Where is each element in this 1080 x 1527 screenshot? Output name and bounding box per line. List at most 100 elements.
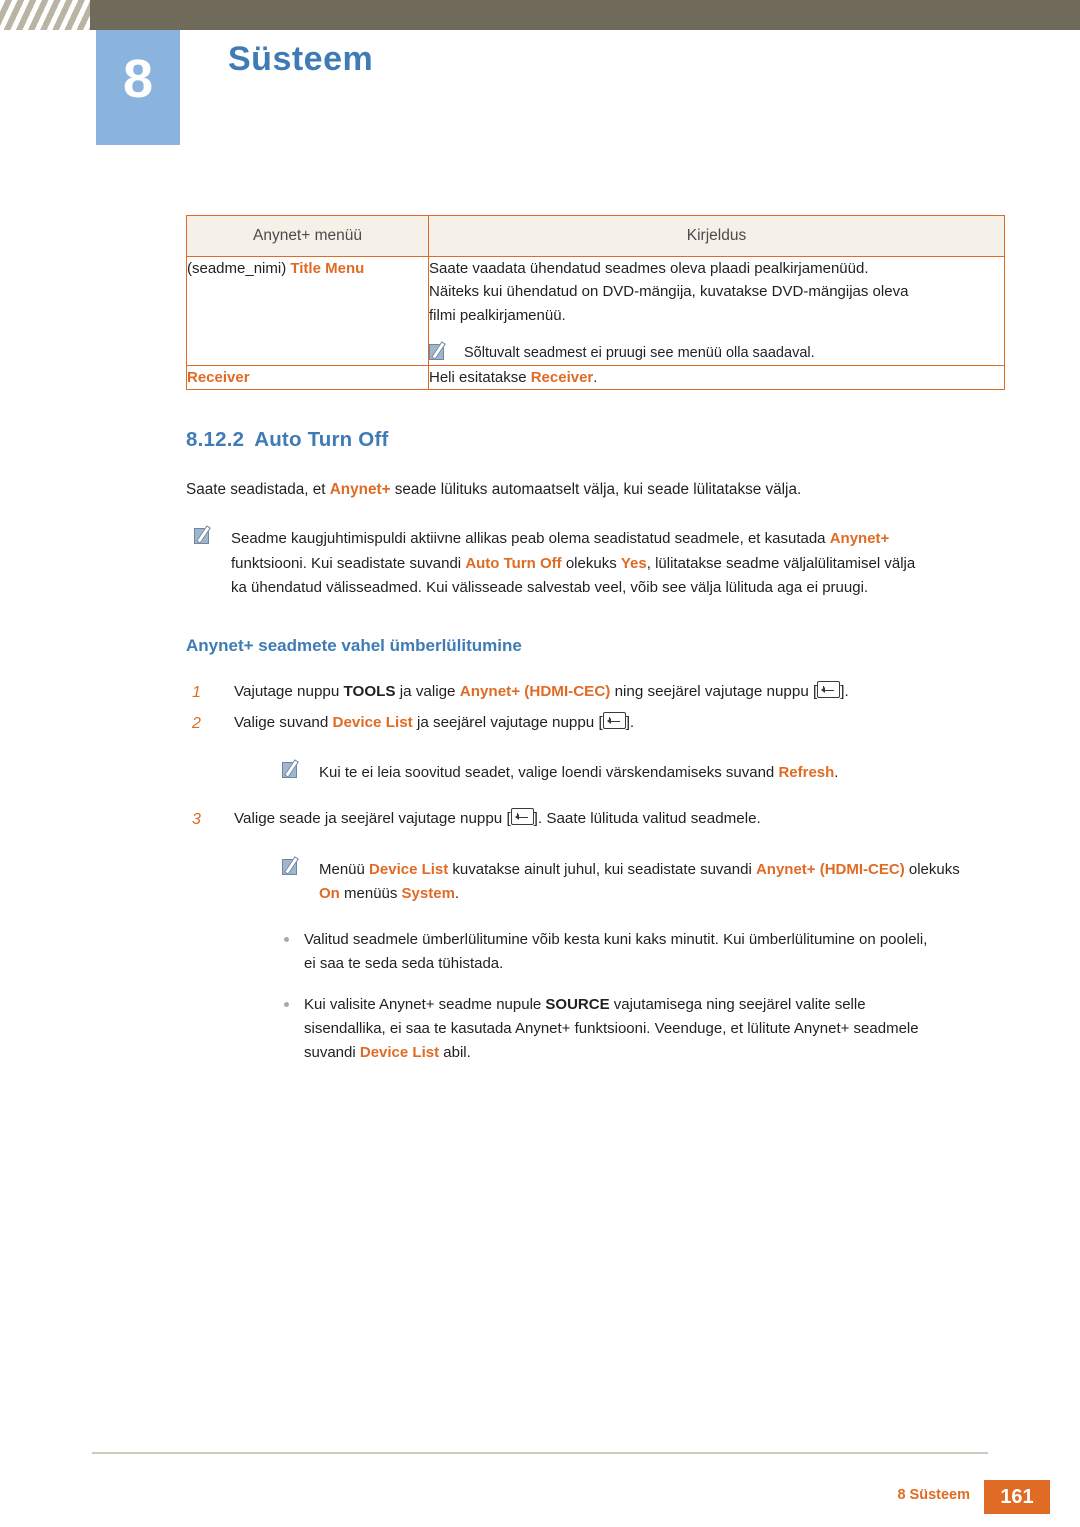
step-text-b: ja seejärel vajutage nuppu [: [412, 713, 603, 731]
intro-highlight: Anynet+: [329, 480, 391, 498]
note-dl-b: kuvatakse ainult juhul, kui seadistate s…: [448, 860, 756, 878]
intro-pre: Saate seadistada, et: [186, 480, 330, 498]
table-row: Receiver Heli esitatakse Receiver.: [186, 364, 1005, 390]
note-refresh: Kui te ei leia soovitud seadet, valige l…: [186, 759, 1004, 785]
step-text-d: ].: [625, 713, 635, 731]
page-content: Anynet+ menüü Kirjeldus (seadme_nimi) Ti…: [186, 215, 1005, 1082]
note-body: Kui te ei leia soovitud seadet, valige l…: [319, 761, 1004, 785]
note-l2-highlight-1: Auto Turn Off: [465, 554, 562, 572]
note-dl-f: .: [454, 884, 460, 902]
intro-post: seade lülituks automaatselt välja, kui s…: [390, 480, 802, 498]
page-header-bar: [0, 0, 1080, 30]
bullet-1-line-1: Valitud seadmele ümberlülitumine võib ke…: [304, 931, 928, 949]
menu-name-prefix: (seadme_nimi): [187, 260, 291, 277]
steps-list-continued: 3 Valige seade ja seejärel vajutage nupp…: [186, 807, 1004, 831]
step-item-3: 3 Valige seade ja seejärel vajutage nupp…: [186, 807, 1004, 831]
note-pencil-icon: [194, 525, 215, 545]
note-pencil-icon: [282, 759, 303, 779]
note-body: Menüü Device List kuvatakse ainult juhul…: [319, 858, 1004, 907]
step-number: 1: [192, 684, 201, 702]
table-header-row: Anynet+ menüü Kirjeldus: [186, 215, 1005, 257]
bullet-2-highlight-devicelist: Device List: [359, 1044, 440, 1062]
note-dl-c: olekuks: [904, 860, 960, 878]
menu-name-highlight: Receiver: [187, 368, 250, 386]
note-device-list: Menüü Device List kuvatakse ainult juhul…: [186, 855, 1004, 907]
note-l2-b: olekuks: [561, 554, 621, 572]
note-l1-highlight: Anynet+: [829, 530, 890, 548]
note-l1-a: Seadme kaugjuhtimispuldi aktiivne allika…: [231, 530, 830, 548]
note-l2-highlight-2: Yes: [620, 554, 647, 572]
desc-line-2: Näiteks kui ühendatud on DVD-mängija, ku…: [429, 283, 909, 301]
section-title: Auto Turn Off: [254, 427, 389, 451]
section-number: 8.12.2: [186, 427, 245, 451]
footer-divider: [92, 1452, 988, 1454]
header-hatch-decoration: [0, 0, 90, 30]
subsection-heading: Anynet+ seadmete vahel ümberlülitumine: [186, 636, 522, 656]
bullet-2-line-3-b: abil.: [439, 1044, 471, 1062]
note-dl-highlight-system: System: [401, 884, 455, 902]
footer-chapter-label: 8 Süsteem: [897, 1487, 970, 1503]
note-body: Seadme kaugjuhtimispuldi aktiivne allika…: [231, 527, 1004, 600]
note-refresh-a: Kui te ei leia soovitud seadet, valige l…: [319, 763, 779, 781]
table-note: Sõltuvalt seadmest ei pruugi see menüü o…: [429, 340, 1004, 365]
table-cell-description: Saate vaadata ühendatud seadmes oleva pl…: [428, 256, 1005, 366]
table-cell-menu-receiver: Receiver: [186, 364, 429, 390]
step-highlight-devicelist: Device List: [332, 713, 413, 731]
steps-list: 1 Vajutage nuppu TOOLS ja valige Anynet+…: [186, 680, 1004, 735]
section-intro-paragraph: Saate seadistada, et Anynet+ seade lülit…: [186, 478, 1004, 502]
note-l2-a: funktsiooni. Kui seadistate suvandi: [231, 554, 466, 572]
step-highlight-tools: TOOLS: [343, 683, 396, 701]
note-dl-highlight-anynet: Anynet+ (HDMI-CEC): [755, 860, 905, 878]
note-dl-d: menüüs: [339, 884, 402, 902]
note-auto-turn-off: Seadme kaugjuhtimispuldi aktiivne allika…: [186, 525, 1004, 600]
step-text-c: ning seejärel vajutage nuppu [: [610, 683, 818, 701]
footer-page-number: 161: [984, 1480, 1050, 1514]
menu-name-highlight: Title Menu: [290, 260, 365, 277]
step-item-2: 2 Valige suvand Device List ja seejärel …: [186, 711, 1004, 735]
anynet-menu-table: Anynet+ menüü Kirjeldus (seadme_nimi) Ti…: [186, 215, 1005, 390]
step-highlight-anynet: Anynet+ (HDMI-CEC): [459, 683, 611, 701]
section-heading: 8.12.2 Auto Turn Off: [186, 428, 1004, 452]
note-dl-highlight-on: On: [319, 884, 340, 902]
desc-highlight: Receiver: [530, 368, 594, 386]
step-item-1: 1 Vajutage nuppu TOOLS ja valige Anynet+…: [186, 680, 1004, 704]
step-text-d: ]. Saate lülituda valitud seadmele.: [533, 810, 761, 828]
note-pencil-icon: [429, 340, 450, 361]
note-l2-c: , lülitatakse seadme väljalülitamisel vä…: [646, 554, 916, 572]
bullet-1-line-2: ei saa te seda seda tühistada.: [304, 955, 504, 973]
step-text-a: Vajutage nuppu: [234, 683, 344, 701]
chapter-number-badge: 8: [96, 30, 180, 145]
list-item: Kui valisite Anynet+ seadme nupule SOURC…: [282, 993, 1004, 1066]
step-number: 3: [192, 811, 201, 829]
note-dl-highlight-devicelist: Device List: [369, 860, 449, 878]
chapter-title: Süsteem: [228, 40, 374, 78]
table-header-menu: Anynet+ menüü: [186, 215, 429, 257]
table-header-description: Kirjeldus: [428, 215, 1005, 257]
note-dl-a: Menüü: [319, 860, 370, 878]
note-l3: ka ühendatud välisseadmed. Kui välissead…: [231, 579, 869, 597]
enter-key-icon: [602, 711, 626, 729]
bullet-list: Valitud seadmele ümberlülitumine võib ke…: [186, 928, 1004, 1065]
bullet-2-line-3-a: suvandi: [304, 1044, 360, 1062]
enter-key-icon: [817, 681, 841, 699]
table-cell-menu-title: (seadme_nimi) Title Menu: [186, 256, 429, 366]
desc-pre: Heli esitatakse: [429, 368, 531, 386]
step-text-a: Valige suvand: [234, 713, 333, 731]
desc-line-1: Saate vaadata ühendatud seadmes oleva pl…: [429, 260, 869, 277]
bullet-2-b: vajutamisega ning seejärel valite selle: [609, 995, 866, 1013]
note-pencil-icon: [282, 855, 303, 876]
table-cell-description-receiver: Heli esitatakse Receiver.: [428, 364, 1005, 390]
bullet-2-line-2: sisendallika, ei saa te kasutada Anynet+…: [304, 1020, 919, 1038]
note-refresh-b: .: [834, 763, 839, 781]
bullet-2-highlight-source: SOURCE: [545, 995, 610, 1013]
list-item: Valitud seadmele ümberlülitumine võib ke…: [282, 928, 1004, 977]
step-text-d: ].: [840, 683, 849, 701]
step-text-b: ja valige: [395, 683, 460, 701]
note-refresh-highlight: Refresh: [778, 763, 835, 781]
desc-post: .: [593, 368, 598, 386]
step-number: 2: [192, 714, 201, 732]
bullet-2-a: Kui valisite Anynet+ seadme nupule: [304, 995, 546, 1013]
table-row: (seadme_nimi) Title Menu Saate vaadata ü…: [186, 256, 1005, 366]
enter-key-icon: [510, 808, 534, 826]
table-note-text: Sõltuvalt seadmest ei pruugi see menüü o…: [464, 344, 815, 361]
